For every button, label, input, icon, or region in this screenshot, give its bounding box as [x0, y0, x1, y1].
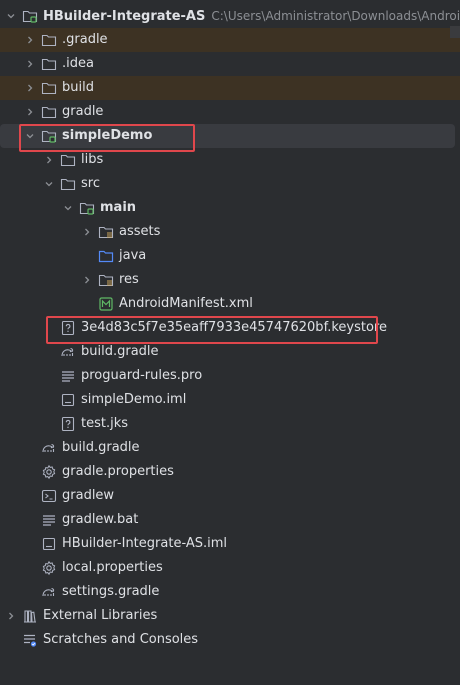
tree-item-3e4d83c5f7e35eaff7933e45747620bf-keystor[interactable]: 3e4d83c5f7e35eaff7933e45747620bf.keystor…	[0, 316, 460, 340]
tree-item-idea[interactable]: .idea	[0, 52, 460, 76]
tree-item-label: External Libraries	[43, 608, 158, 623]
tree-item-label: test.jks	[81, 416, 129, 431]
folder-icon	[60, 152, 76, 168]
tree-item-hbuilder-integrate-as-iml[interactable]: HBuilder-Integrate-AS.iml	[0, 532, 460, 556]
tree-item-java[interactable]: java	[0, 244, 460, 268]
resource-folder-icon	[98, 272, 114, 288]
tree-item-label: res	[119, 272, 139, 287]
text-file-icon	[41, 512, 57, 528]
source-folder-icon	[98, 248, 114, 264]
tree-item-settings-gradle[interactable]: settings.gradle	[0, 580, 460, 604]
tree-item-gradlew-bat[interactable]: gradlew.bat	[0, 508, 460, 532]
tree-item-label: simpleDemo	[62, 128, 153, 143]
tree-item-src[interactable]: src	[0, 172, 460, 196]
settings-icon	[41, 464, 57, 480]
tree-item-test-jks[interactable]: test.jks	[0, 412, 460, 436]
gradle-icon	[60, 344, 76, 360]
chevron-right-icon[interactable]	[23, 76, 37, 100]
chevron-right-icon[interactable]	[23, 100, 37, 124]
tree-item-label: gradlew.bat	[62, 512, 139, 527]
tree-item-local-properties[interactable]: local.properties	[0, 556, 460, 580]
source-root-folder-icon	[79, 200, 95, 216]
module-folder-icon	[22, 8, 38, 24]
folder-icon	[41, 32, 57, 48]
tree-item-label: settings.gradle	[62, 584, 160, 599]
chevron-right-icon[interactable]	[23, 28, 37, 52]
tree-item-gradle[interactable]: .gradle	[0, 28, 460, 52]
tree-item-simpledemo-iml[interactable]: simpleDemo.iml	[0, 388, 460, 412]
chevron-down-icon[interactable]	[42, 172, 56, 196]
scratches-icon	[22, 632, 38, 648]
tree-item-proguard-rules-pro[interactable]: proguard-rules.pro	[0, 364, 460, 388]
tree-item-label: assets	[119, 224, 161, 239]
tree-item-label: Scratches and Consoles	[43, 632, 199, 647]
chevron-right-icon[interactable]	[80, 268, 94, 292]
manifest-icon	[98, 296, 114, 312]
iml-file-icon	[60, 392, 76, 408]
folder-icon	[60, 176, 76, 192]
scrollbar-thumb[interactable]	[450, 26, 460, 38]
module-folder-icon	[41, 128, 57, 144]
tree-item-build-gradle[interactable]: build.gradle	[0, 340, 460, 364]
tree-item-label: simpleDemo.iml	[81, 392, 187, 407]
chevron-right-icon[interactable]	[42, 148, 56, 172]
chevron-right-icon[interactable]	[23, 52, 37, 76]
gradle-icon	[41, 584, 57, 600]
project-root-row[interactable]: HBuilder-Integrate-AS C:\Users\Administra…	[0, 4, 460, 28]
folder-icon	[41, 80, 57, 96]
tree-item-label: .idea	[62, 56, 94, 71]
tree-item-label: AndroidManifest.xml	[119, 296, 253, 311]
project-name: HBuilder-Integrate-AS	[43, 9, 206, 24]
tree-item-scratches-and-consoles[interactable]: Scratches and Consoles	[0, 628, 460, 652]
unknown-file-icon	[60, 416, 76, 432]
tree-item-label: build.gradle	[62, 440, 140, 455]
folder-icon	[41, 104, 57, 120]
chevron-right-icon[interactable]	[4, 604, 18, 628]
tree-item-androidmanifest-xml[interactable]: AndroidManifest.xml	[0, 292, 460, 316]
project-tree: HBuilder-Integrate-AS C:\Users\Administra…	[0, 4, 460, 652]
tree-rows: .gradle .idea build gradle simpleDemo libs src…	[0, 28, 460, 652]
chevron-down-icon[interactable]	[23, 124, 37, 148]
iml-file-icon	[41, 536, 57, 552]
tree-item-label: main	[100, 200, 137, 215]
tree-item-label: .gradle	[62, 32, 108, 47]
tree-item-res[interactable]: res	[0, 268, 460, 292]
tree-item-label: proguard-rules.pro	[81, 368, 203, 383]
chevron-right-icon[interactable]	[80, 220, 94, 244]
tree-item-label: 3e4d83c5f7e35eaff7933e45747620bf.keystor…	[81, 320, 387, 335]
tree-item-label: gradlew	[62, 488, 115, 503]
tree-item-label: local.properties	[62, 560, 163, 575]
tree-item-label: build	[62, 80, 94, 95]
settings-icon	[41, 560, 57, 576]
resource-folder-icon	[98, 224, 114, 240]
tree-item-gradle[interactable]: gradle	[0, 100, 460, 124]
tree-item-build-gradle[interactable]: build.gradle	[0, 436, 460, 460]
tree-item-assets[interactable]: assets	[0, 220, 460, 244]
tree-item-gradlew[interactable]: gradlew	[0, 484, 460, 508]
tree-item-label: java	[119, 248, 147, 263]
tree-item-label: gradle	[62, 104, 104, 119]
project-path: C:\Users\Administrator\Downloads\Android…	[211, 9, 460, 23]
gradle-icon	[41, 440, 57, 456]
tree-item-label: HBuilder-Integrate-AS.iml	[62, 536, 228, 551]
tree-item-external-libraries[interactable]: External Libraries	[0, 604, 460, 628]
tree-item-simpledemo[interactable]: simpleDemo	[0, 124, 455, 148]
text-file-icon	[60, 368, 76, 384]
tree-item-label: gradle.properties	[62, 464, 174, 479]
tree-item-main[interactable]: main	[0, 196, 460, 220]
tree-item-label: libs	[81, 152, 104, 167]
tree-item-libs[interactable]: libs	[0, 148, 460, 172]
tree-item-label: src	[81, 176, 100, 191]
chevron-down-icon[interactable]	[4, 4, 18, 28]
chevron-down-icon[interactable]	[61, 196, 75, 220]
terminal-icon	[41, 488, 57, 504]
tree-item-gradle-properties[interactable]: gradle.properties	[0, 460, 460, 484]
library-icon	[22, 608, 38, 624]
tree-item-build[interactable]: build	[0, 76, 460, 100]
folder-icon	[41, 56, 57, 72]
unknown-file-icon	[60, 320, 76, 336]
tree-item-label: build.gradle	[81, 344, 159, 359]
